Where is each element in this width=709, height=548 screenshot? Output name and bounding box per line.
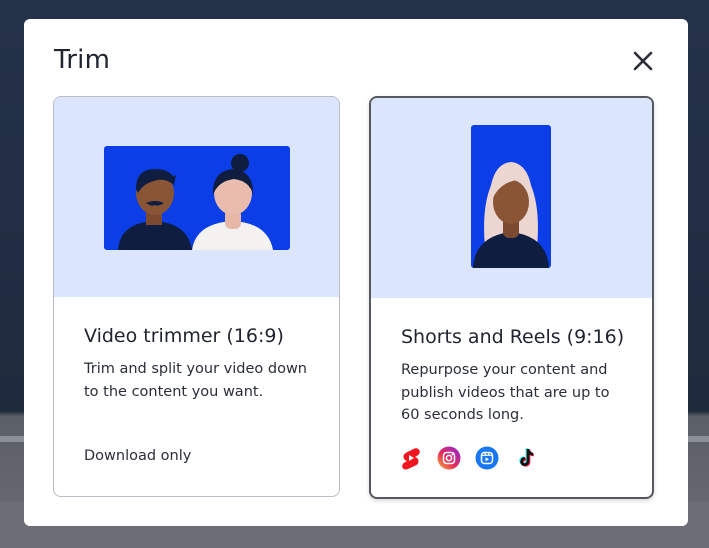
shorts-reels-title: Shorts and Reels (9:16) bbox=[401, 326, 625, 348]
instagram-icon bbox=[437, 446, 461, 470]
shorts-reels-text: Shorts and Reels (9:16) Repurpose your c… bbox=[401, 326, 628, 427]
trim-modal: Trim Video trimmer (16:9) Trim and split… bbox=[24, 19, 688, 526]
video-trimmer-description: Trim and split your video down to the co… bbox=[84, 361, 308, 400]
video-trimmer-hero bbox=[54, 97, 339, 297]
close-button[interactable] bbox=[629, 47, 657, 75]
tiktok-icon bbox=[513, 446, 537, 470]
video-trimmer-card[interactable]: Video trimmer (16:9) Trim and split your… bbox=[53, 96, 340, 497]
video-trimmer-text: Video trimmer (16:9) Trim and split your… bbox=[84, 325, 315, 403]
youtube-shorts-icon bbox=[399, 446, 423, 470]
platform-icons bbox=[399, 446, 537, 470]
video-trimmer-footer: Download only bbox=[84, 448, 192, 464]
shorts-reels-hero bbox=[371, 98, 652, 298]
shorts-reels-description: Repurpose your content and publish video… bbox=[401, 362, 610, 423]
two-people-illustration bbox=[104, 146, 290, 250]
modal-title: Trim bbox=[54, 45, 111, 75]
shorts-reels-card[interactable]: Shorts and Reels (9:16) Repurpose your c… bbox=[369, 96, 654, 499]
close-icon bbox=[633, 51, 653, 71]
facebook-reels-icon bbox=[475, 446, 499, 470]
one-person-illustration bbox=[471, 125, 551, 268]
video-trimmer-title: Video trimmer (16:9) bbox=[84, 325, 284, 347]
